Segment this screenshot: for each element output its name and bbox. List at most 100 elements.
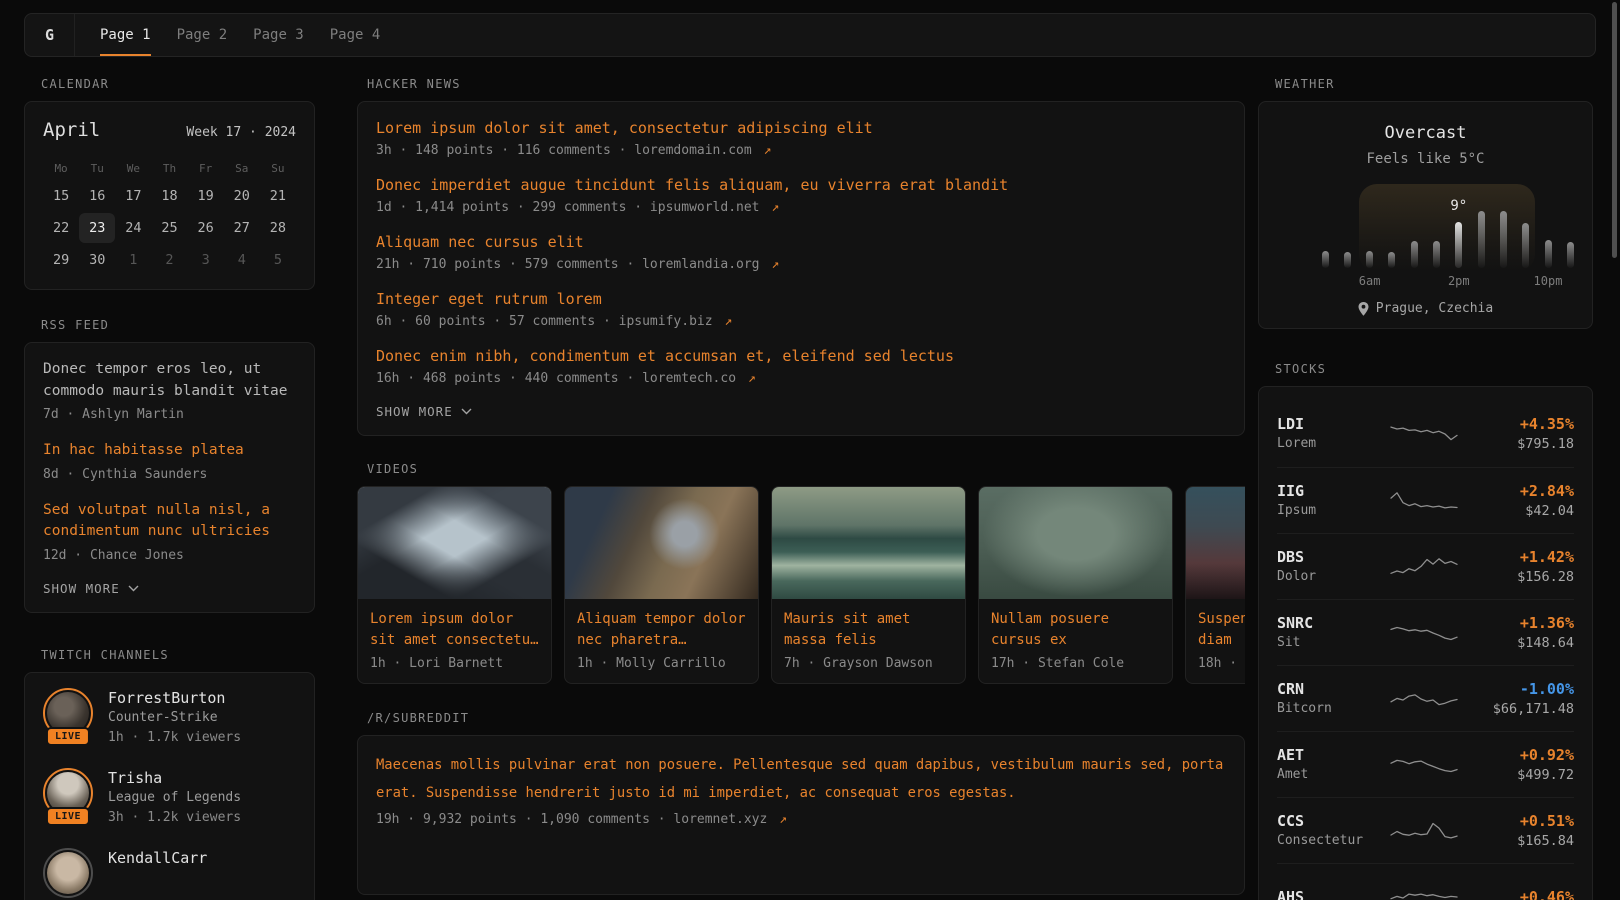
hn-item-title[interactable]: Integer eget rutrum lorem [376,289,1226,309]
video-card[interactable]: Nullam posuerecursus ex17h · Stefan Cole [978,486,1173,684]
stock-symbol: AHS [1277,887,1389,900]
calendar-day[interactable]: 29 [43,245,79,275]
video-title[interactable]: Mauris sit ametmassa felis [784,609,953,651]
calendar-day[interactable]: 4 [224,245,260,275]
calendar-day[interactable]: 28 [260,213,296,243]
calendar-day[interactable]: 2 [151,245,187,275]
calendar-day[interactable]: 24 [115,213,151,243]
video-card-body: Aliquam tempor dolornec pharetra… 1h · Mo… [565,599,758,683]
stock-name: Lorem [1277,434,1389,454]
reddit-section-title: /R/SUBREDDIT [367,712,1245,725]
twitch-channel-row[interactable]: KendallCarr [43,848,296,900]
tab-page-3[interactable]: Page 3 [253,14,304,56]
calendar-day[interactable]: 26 [188,213,224,243]
external-link-icon[interactable]: ↗ [764,200,780,215]
stock-row-dbs[interactable]: DBSDolor+1.42%$156.28 [1277,533,1574,599]
stock-row-crn[interactable]: CRNBitcorn-1.00%$66,171.48 [1277,665,1574,731]
stock-row-ahs[interactable]: AHS +0.46% [1277,863,1574,900]
weather-axis-tick: 2pm [1448,274,1470,288]
show-more-label: SHOW MORE [43,581,120,596]
video-card[interactable]: Mauris sit ametmassa felis7h · Grayson D… [771,486,966,684]
video-card[interactable]: Suspendissediam18h · Tara [1185,486,1245,684]
stock-price: $795.18 [1517,434,1574,454]
video-title[interactable]: Nullam posuerecursus ex [991,609,1160,651]
rss-item: Donec tempor eros leo, ut commodo mauris… [43,359,296,424]
video-title-line: cursus ex [991,630,1160,651]
video-card[interactable]: Lorem ipsum dolorsit amet consectetu… 1h … [357,486,552,684]
calendar-header: April Week 17 · 2024 [43,118,296,145]
calendar-day[interactable]: 30 [79,245,115,275]
external-link-icon[interactable]: ↗ [756,143,772,158]
calendar-day-selected[interactable]: 23 [79,213,115,243]
rss-item-title[interactable]: Sed volutpat nulla nisl, a condimentum n… [43,500,296,543]
twitch-channel-name[interactable]: ForrestBurton [108,688,241,708]
stock-sparkline [1389,420,1459,448]
calendar-day-header: Tu [79,157,115,179]
calendar-day[interactable]: 1 [115,245,151,275]
calendar-day[interactable]: 22 [43,213,79,243]
calendar-day[interactable]: 27 [224,213,260,243]
tab-page-1[interactable]: Page 1 [100,14,151,56]
hackernews-card: Lorem ipsum dolor sit amet, consectetur … [357,101,1245,436]
app-logo[interactable]: G [25,14,75,56]
stock-row-ldi[interactable]: LDILorem+4.35%$795.18 [1277,401,1574,467]
twitch-channel-name[interactable]: Trisha [108,768,241,788]
video-title[interactable]: Suspendissediam [1198,609,1245,651]
video-title[interactable]: Aliquam tempor dolornec pharetra… [577,609,746,651]
twitch-channel-name[interactable]: KendallCarr [108,848,207,868]
calendar-day[interactable]: 16 [79,181,115,211]
video-title[interactable]: Lorem ipsum dolorsit amet consectetu… [370,609,539,651]
twitch-avatar-wrap: LIVE [43,688,93,744]
external-link-icon[interactable]: ↗ [740,371,756,386]
stock-name: Consectetur [1277,831,1389,851]
external-link-icon[interactable]: ↗ [717,314,733,329]
tab-page-2[interactable]: Page 2 [177,14,228,56]
calendar-day[interactable]: 21 [260,181,296,211]
calendar-day[interactable]: 18 [151,181,187,211]
stock-row-snrc[interactable]: SNRCSit+1.36%$148.64 [1277,599,1574,665]
hn-item-title[interactable]: Lorem ipsum dolor sit amet, consectetur … [376,118,1226,138]
page-scrollbar-thumb[interactable] [1612,2,1617,258]
stock-change: +0.51% [1517,811,1574,831]
stock-row-ccs[interactable]: CCSConsectetur+0.51%$165.84 [1277,797,1574,863]
calendar-day[interactable]: 5 [260,245,296,275]
video-card-body: Lorem ipsum dolorsit amet consectetu… 1h … [358,599,551,683]
external-link-icon[interactable]: ↗ [764,257,780,272]
calendar-day[interactable]: 3 [188,245,224,275]
stock-values: +0.46% [1520,887,1574,900]
calendar-day[interactable]: 15 [43,181,79,211]
video-meta: 1h · Lori Barnett [370,656,539,671]
rss-item-title[interactable]: Donec tempor eros leo, ut commodo mauris… [43,359,296,402]
external-link-icon[interactable]: ↗ [771,812,787,827]
hn-item-title[interactable]: Aliquam nec cursus elit [376,232,1226,252]
topbar: G Page 1 Page 2 Page 3 Page 4 [24,13,1596,57]
stock-id: DBSDolor [1277,547,1389,587]
weather-card: Overcast Feels like 5°C Prague, Czechia … [1258,101,1593,329]
video-card[interactable]: Aliquam tempor dolornec pharetra… 1h · Mo… [564,486,759,684]
tab-page-4[interactable]: Page 4 [330,14,381,56]
twitch-card: LIVEForrestBurtonCounter-Strike1h · 1.7k… [24,672,315,900]
calendar-day[interactable]: 25 [151,213,187,243]
weather-bar [1433,241,1440,268]
stock-values: -1.00%$66,171.48 [1493,679,1574,719]
stock-row-iig[interactable]: IIGIpsum+2.84%$42.04 [1277,467,1574,533]
stocks-section-title: STOCKS [1275,363,1593,376]
calendar-day[interactable]: 19 [188,181,224,211]
hn-item-title[interactable]: Donec enim nibh, condimentum et accumsan… [376,346,1226,366]
calendar-day[interactable]: 20 [224,181,260,211]
rss-show-more-button[interactable]: SHOW MORE [43,581,296,596]
twitch-channel-row[interactable]: LIVETrishaLeague of Legends3h · 1.2k vie… [43,768,296,828]
right-column: WEATHER Overcast Feels like 5°C Prague, … [1258,78,1593,900]
stock-id: IIGIpsum [1277,481,1389,521]
rss-item-title[interactable]: In hac habitasse platea [43,440,296,462]
hn-item: Integer eget rutrum lorem6h · 60 points … [376,289,1226,331]
reddit-item-title[interactable]: Maecenas mollis pulvinar erat non posuer… [376,752,1226,807]
hn-item-title[interactable]: Donec imperdiet augue tincidunt felis al… [376,175,1226,195]
twitch-channel-meta: 1h · 1.7k viewers [108,728,241,748]
twitch-channel-row[interactable]: LIVEForrestBurtonCounter-Strike1h · 1.7k… [43,688,296,748]
hn-show-more-button[interactable]: SHOW MORE [376,404,1226,419]
stock-row-aet[interactable]: AETAmet+0.92%$499.72 [1277,731,1574,797]
video-meta: 1h · Molly Carrillo [577,656,746,671]
calendar-month: April [43,118,100,142]
calendar-day[interactable]: 17 [115,181,151,211]
